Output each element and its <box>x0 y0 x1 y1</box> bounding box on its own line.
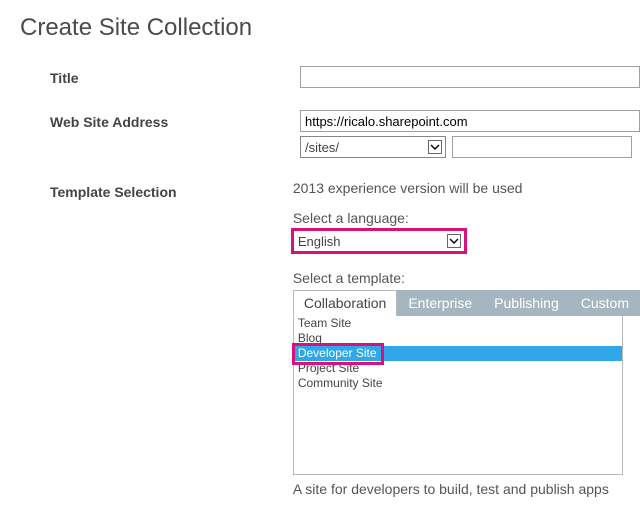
chevron-down-icon <box>428 140 442 154</box>
template-description: A site for developers to build, test and… <box>293 481 640 497</box>
tab-publishing[interactable]: Publishing <box>483 290 570 316</box>
list-item[interactable]: Project Site <box>294 361 622 376</box>
chevron-down-icon <box>447 234 461 248</box>
title-input[interactable] <box>300 66 640 88</box>
path-suffix-input[interactable] <box>452 136 632 158</box>
tab-collaboration[interactable]: Collaboration <box>293 290 398 316</box>
language-select-value: English <box>298 234 341 249</box>
template-tabs: Collaboration Enterprise Publishing Cust… <box>293 290 640 316</box>
list-item[interactable]: Community Site <box>294 376 622 391</box>
template-label: Select a template: <box>293 270 640 286</box>
label-template: Template Selection <box>50 180 293 200</box>
row-address: Web Site Address /sites/ <box>50 110 640 158</box>
create-site-form: Title Web Site Address /sites/ Template … <box>50 66 640 497</box>
language-select[interactable]: English <box>293 230 465 252</box>
label-address: Web Site Address <box>50 110 300 130</box>
template-listbox[interactable]: Team Site Blog Developer Site Project Si… <box>293 315 623 475</box>
path-select-value: /sites/ <box>305 140 339 155</box>
language-label: Select a language: <box>293 210 640 226</box>
list-item[interactable]: Blog <box>294 331 622 346</box>
list-item[interactable]: Team Site <box>294 316 622 331</box>
label-title: Title <box>50 66 300 86</box>
page-title: Create Site Collection <box>20 14 640 42</box>
tab-enterprise[interactable]: Enterprise <box>397 290 483 316</box>
list-item-developer-site[interactable]: Developer Site <box>294 346 622 361</box>
row-title: Title <box>50 66 640 88</box>
tab-custom[interactable]: Custom <box>570 290 640 316</box>
address-base-input[interactable] <box>300 110 640 132</box>
experience-note: 2013 experience version will be used <box>293 180 640 196</box>
row-template: Template Selection 2013 experience versi… <box>50 180 640 497</box>
path-select[interactable]: /sites/ <box>300 136 446 158</box>
